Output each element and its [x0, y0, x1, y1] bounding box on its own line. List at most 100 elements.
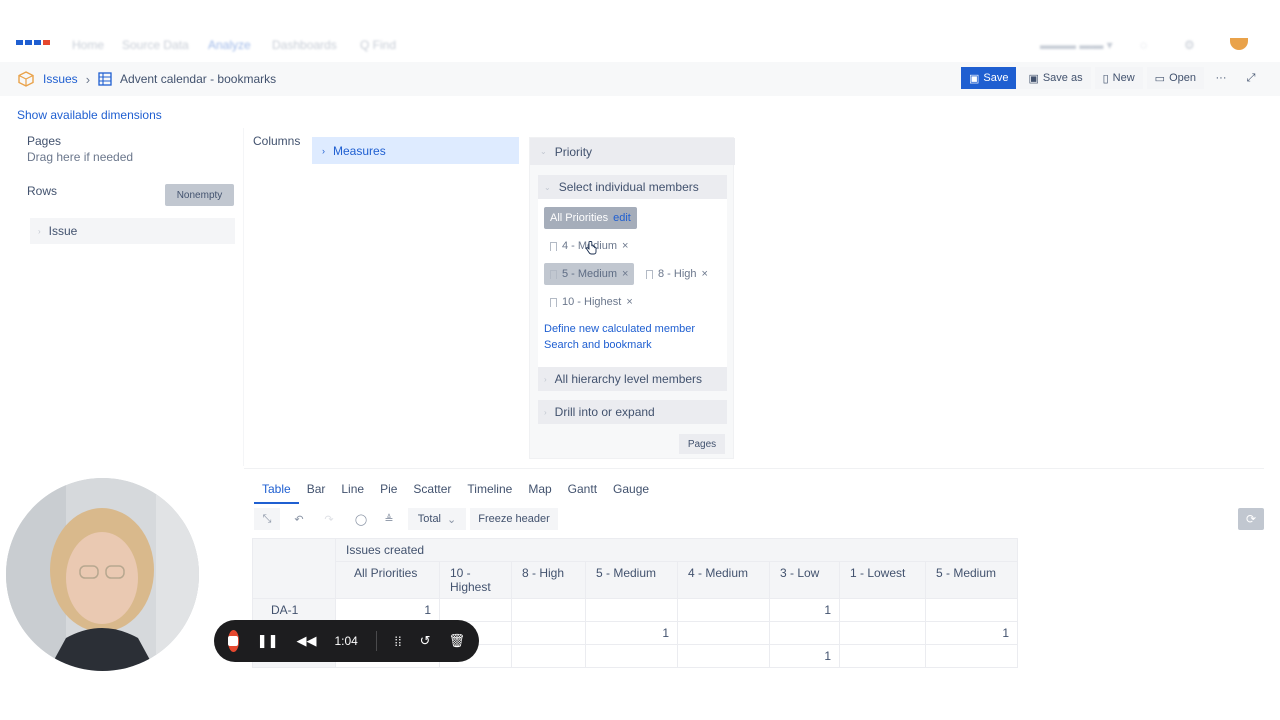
recording-controls: ❚❚ ◀◀ 1:04 ⁞⁞ ↺ 🗑 [214, 620, 479, 662]
rewind-icon[interactable]: ◀◀ [297, 633, 317, 649]
tab-table[interactable]: Table [254, 480, 299, 504]
column-header[interactable]: 8 - High [511, 561, 586, 599]
help-icon[interactable]: ◌ [1140, 38, 1147, 52]
floppy-icon: ▣ [1028, 72, 1039, 85]
priority-header[interactable]: ⌄ Priority [530, 138, 735, 165]
fullscreen-button[interactable]: ⤢ [1238, 67, 1264, 89]
nav-item-analyze[interactable]: Analyze [208, 38, 251, 52]
search-bookmark-link[interactable]: Search and bookmark [544, 339, 652, 351]
avatar[interactable] [1230, 38, 1248, 50]
member-chip[interactable]: 5 - Medium × [544, 263, 635, 285]
breadcrumb-issues[interactable]: Issues [43, 72, 78, 86]
freeze-header-button[interactable]: Freeze header [470, 508, 558, 530]
cell: 1 [335, 598, 440, 622]
save-button[interactable]: ▣ Save [960, 67, 1017, 89]
nonempty-toggle[interactable]: Nonempty [165, 184, 234, 206]
account-menu[interactable]: ▬▬▬ ▬▬ ▾ [1040, 38, 1113, 52]
nav-item-home[interactable]: Home [72, 38, 104, 52]
stop-recording-button[interactable] [228, 630, 239, 652]
drill-label: Drill into or expand [554, 405, 655, 419]
select-members-section[interactable]: ⌄ Select individual members [538, 175, 727, 199]
cube-icon [18, 71, 34, 87]
expand-icon: ⤢ [1246, 71, 1256, 84]
row-dimension-label: Issue [48, 224, 78, 238]
comment-icon[interactable]: ◯ [348, 508, 374, 530]
pages-dropzone[interactable]: Pages Drag here if needed [18, 132, 240, 172]
column-header-row: All Priorities 10 - Highest 8 - High 5 -… [253, 561, 1018, 599]
nav-item-source-data[interactable]: Source Data [122, 38, 189, 52]
close-icon[interactable]: × [622, 240, 628, 252]
row-header[interactable]: DA-1 [252, 598, 336, 622]
move-to-pages-button[interactable]: Pages [679, 434, 725, 454]
nav-item-find[interactable]: Q Find [360, 38, 396, 52]
app-logo[interactable] [16, 40, 50, 45]
webcam-overlay[interactable] [6, 478, 199, 671]
pointer-cursor-icon [585, 241, 597, 255]
restart-icon[interactable]: ↺ [420, 633, 431, 649]
new-button[interactable]: ▯ New [1094, 67, 1143, 89]
cell: 1 [925, 621, 1018, 645]
tab-pie[interactable]: Pie [372, 480, 405, 504]
cell [677, 644, 770, 668]
chevron-down-icon: ⌄ [447, 513, 457, 526]
grid-icon[interactable]: ⁞⁞ [394, 634, 401, 649]
column-header[interactable]: All Priorities [335, 561, 440, 599]
tab-line[interactable]: Line [333, 480, 372, 504]
presenter-video [6, 478, 199, 671]
more-options-button[interactable]: ··· [1208, 67, 1234, 89]
tab-timeline[interactable]: Timeline [459, 480, 520, 504]
tab-map[interactable]: Map [520, 480, 559, 504]
report-title: Advent calendar - bookmarks [120, 72, 277, 86]
drill-section[interactable]: › Drill into or expand [538, 400, 727, 424]
cell [511, 621, 586, 645]
edit-link[interactable]: edit [613, 212, 631, 224]
define-calculated-member-link[interactable]: Define new calculated member [544, 323, 695, 335]
close-icon[interactable]: × [702, 268, 708, 280]
total-dropdown[interactable]: Total ⌄ [408, 508, 466, 530]
column-header[interactable]: 3 - Low [769, 561, 840, 599]
tab-bar[interactable]: Bar [299, 480, 334, 504]
tab-gantt[interactable]: Gantt [560, 480, 605, 504]
new-label: New [1112, 72, 1135, 84]
refresh-icon[interactable]: ⟳ [1238, 508, 1264, 530]
column-header[interactable]: 1 - Lowest [839, 561, 926, 599]
column-header[interactable]: 5 - Medium [925, 561, 1018, 599]
stop-icon [228, 636, 239, 646]
total-label: Total [417, 513, 442, 525]
select-members-label: Select individual members [558, 180, 699, 194]
redo-icon[interactable]: ↷ [316, 508, 342, 530]
all-hierarchy-section[interactable]: › All hierarchy level members [538, 367, 727, 391]
chevron-right-icon: › [544, 374, 547, 384]
all-priorities-label: All Priorities [550, 212, 609, 224]
save-as-button[interactable]: ▣ Save as [1020, 67, 1091, 89]
columns-label: Columns [253, 134, 301, 148]
nonempty-filter-icon[interactable]: ≜ [376, 508, 402, 530]
trash-icon[interactable]: 🗑 [448, 633, 465, 649]
tab-scatter[interactable]: Scatter [405, 480, 459, 504]
priority-dimension-panel: ⌄ Priority ⌄ Select individual members A… [529, 137, 735, 459]
expand-icon[interactable]: ⤡ [254, 508, 280, 530]
row-dimension-issue[interactable]: › Issue [30, 218, 235, 244]
settings-icon[interactable]: ⚙ [1184, 38, 1195, 52]
member-chip[interactable]: 10 - Highest × [544, 291, 639, 313]
bookmark-icon [550, 269, 557, 279]
nav-item-dashboards[interactable]: Dashboards [272, 38, 337, 52]
column-dimension-measures[interactable]: › Measures [312, 137, 519, 164]
pause-icon[interactable]: ❚❚ [257, 633, 279, 649]
save-as-label: Save as [1042, 72, 1083, 84]
column-header[interactable]: 4 - Medium [677, 561, 770, 599]
column-header[interactable]: 5 - Medium [585, 561, 678, 599]
tab-gauge[interactable]: Gauge [605, 480, 657, 504]
column-header[interactable]: 10 - Highest [439, 561, 512, 599]
open-button[interactable]: ▭ Open [1146, 67, 1204, 89]
show-dimensions-link[interactable]: Show available dimensions [17, 108, 162, 122]
cell [925, 598, 1018, 622]
cell [839, 644, 926, 668]
close-icon[interactable]: × [626, 296, 632, 308]
all-priorities-chip[interactable]: All Priorities edit [544, 207, 637, 229]
close-icon[interactable]: × [622, 268, 628, 280]
member-chip[interactable]: 8 - High × [640, 263, 714, 285]
section-divider [244, 468, 1264, 469]
undo-icon[interactable]: ↶ [286, 508, 312, 530]
folder-icon: ▭ [1154, 72, 1166, 85]
